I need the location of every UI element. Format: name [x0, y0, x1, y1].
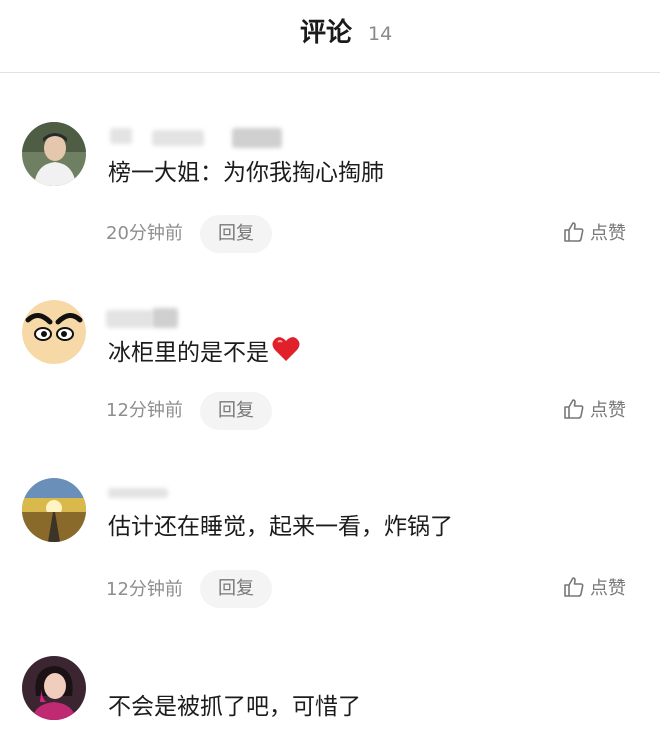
avatar[interactable]: [22, 656, 86, 720]
avatar[interactable]: [22, 300, 86, 364]
like-button[interactable]: 点赞: [562, 574, 626, 604]
comment-text: 榜一大姐：为你我掏心掏肺: [108, 160, 384, 186]
comment-text: 估计还在睡觉，起来一看，炸锅了: [108, 514, 453, 540]
comment-time: 20分钟前: [106, 223, 183, 244]
cartoon-face-icon: [22, 300, 86, 364]
thumbs-up-icon: [564, 222, 584, 242]
thumbs-up-icon: [564, 577, 584, 597]
username-blurred: [110, 128, 132, 144]
reply-button[interactable]: 回复: [200, 392, 272, 430]
comment-time: 12分钟前: [106, 579, 183, 600]
comments-header: 评论 14: [0, 0, 660, 73]
username-blurred: [232, 128, 282, 148]
comment-time: 12分钟前: [106, 400, 183, 421]
comment-text: 冰柜里的是不是: [108, 335, 301, 368]
like-button[interactable]: 点赞: [562, 396, 626, 426]
woman-photo-icon: [22, 656, 86, 720]
person-photo-icon: [22, 122, 86, 186]
like-label: 点赞: [590, 578, 626, 599]
avatar[interactable]: [22, 478, 86, 542]
page-title: 评论: [300, 18, 353, 48]
sunset-road-icon: [22, 478, 86, 542]
like-button[interactable]: 点赞: [562, 219, 626, 249]
username-blurred: [152, 130, 204, 146]
thumbs-up-icon: [564, 399, 584, 419]
username-blurred: [108, 488, 168, 498]
heart-emoji-icon: [272, 337, 300, 361]
like-label: 点赞: [590, 223, 626, 244]
username-blurred: [106, 310, 152, 328]
comment-text: 不会是被抓了吧，可惜了: [108, 694, 361, 720]
username-blurred: [152, 308, 178, 328]
comment-count: 14: [368, 23, 393, 45]
reply-button[interactable]: 回复: [200, 570, 272, 608]
reply-button[interactable]: 回复: [200, 215, 272, 253]
avatar[interactable]: [22, 122, 86, 186]
comment-text-body: 冰柜里的是不是: [108, 340, 269, 366]
like-label: 点赞: [590, 400, 626, 421]
